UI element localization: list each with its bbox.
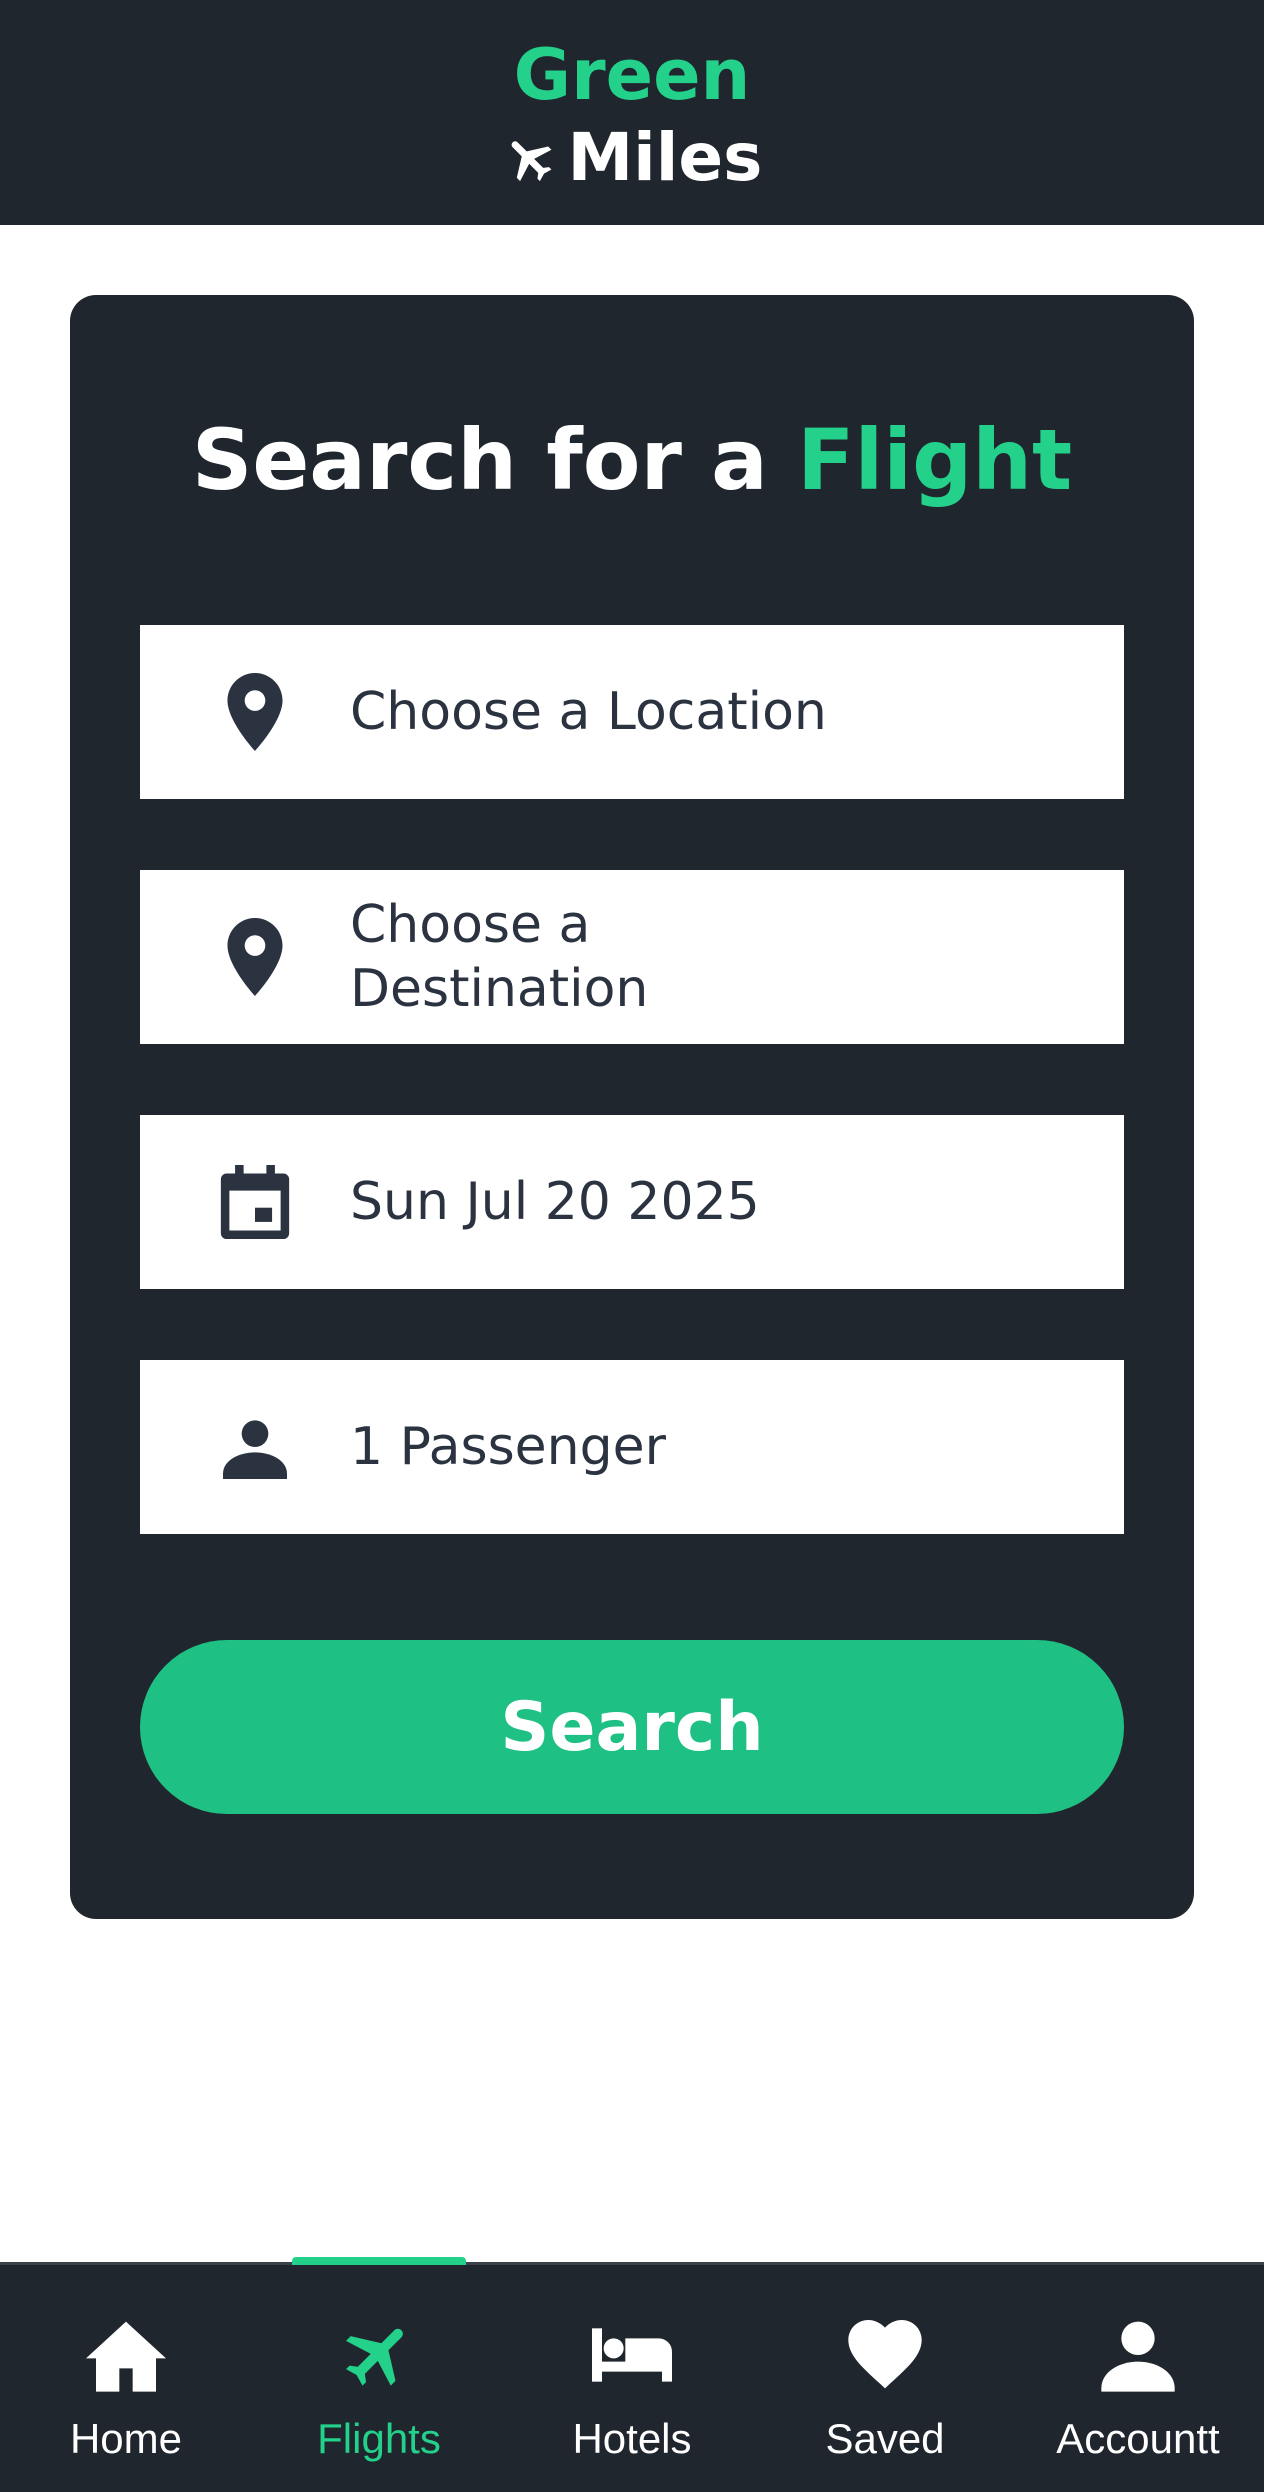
nav-label-home: Home	[69, 2415, 183, 2462]
user-icon	[1101, 2321, 1175, 2392]
search-button[interactable]: Search	[140, 1640, 1124, 1814]
brand-miles-text: Miles	[567, 119, 763, 196]
nav-label-account: Accountt	[1056, 2415, 1220, 2462]
destination-field[interactable]: Choose a Destination	[140, 870, 1124, 1044]
app-header: Green Miles	[0, 0, 1264, 225]
title-accent: Flight	[797, 411, 1073, 509]
destination-value: Choose a Destination	[350, 895, 649, 1019]
nav-label-saved: Saved	[825, 2415, 945, 2462]
nav-label-hotels: Hotels	[572, 2415, 692, 2462]
date-field[interactable]: Sun Jul 20 2025	[140, 1115, 1124, 1289]
nav-item-account[interactable]: Accountt	[1012, 2265, 1264, 2492]
brand-name-bottom: Miles	[0, 110, 1264, 205]
heart-icon	[848, 2320, 922, 2389]
origin-location-field[interactable]: Choose a Location	[140, 625, 1124, 799]
calendar-icon	[220, 1162, 290, 1242]
nav-item-home[interactable]: Home	[0, 2265, 252, 2492]
nav-item-saved[interactable]: Saved	[759, 2265, 1011, 2492]
passenger-field[interactable]: 1 Passenger	[140, 1360, 1124, 1534]
airplane-icon	[346, 2328, 403, 2386]
location-pin-icon	[220, 917, 290, 997]
date-value: Sun Jul 20 2025	[350, 1172, 760, 1232]
bottom-navigation: Home Flights Hotels Saved Accountt	[0, 2257, 1264, 2492]
flight-search-card: Search for a Flight Choose a Location Ch…	[70, 295, 1194, 1919]
nav-item-hotels[interactable]: Hotels	[506, 2265, 758, 2492]
page-title: Search for a Flight	[70, 405, 1194, 515]
person-icon	[220, 1407, 290, 1487]
home-icon	[86, 2321, 166, 2392]
nav-label-flights: Flights	[317, 2415, 441, 2462]
location-pin-icon	[220, 672, 290, 752]
title-prefix: Search for a	[191, 411, 768, 509]
brand-name-top: Green	[513, 34, 751, 116]
bed-icon	[592, 2328, 672, 2382]
origin-location-value: Choose a Location	[350, 682, 827, 742]
nav-item-flights[interactable]: Flights	[253, 2265, 505, 2492]
active-tab-indicator	[292, 2257, 466, 2265]
passenger-value: 1 Passenger	[350, 1417, 667, 1477]
airplane-icon	[511, 140, 551, 181]
